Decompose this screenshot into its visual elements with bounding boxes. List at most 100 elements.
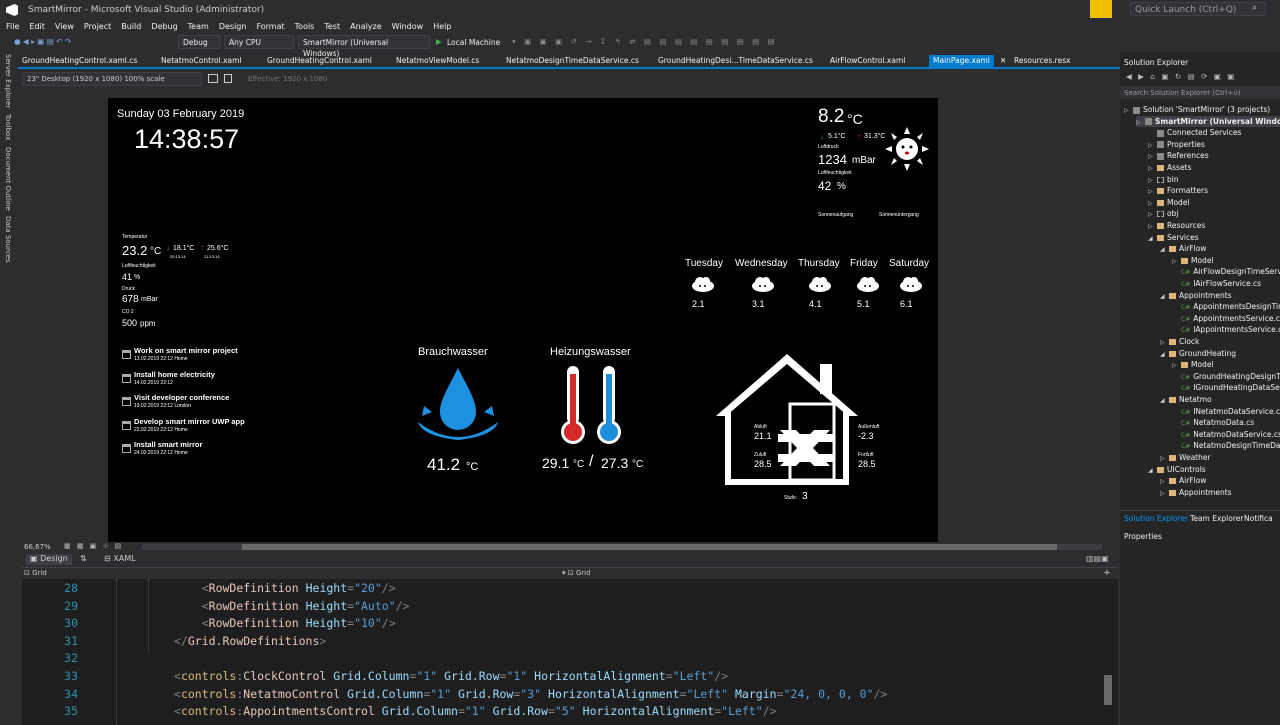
- toolbar-icons-left[interactable]: ● ◀ ▸ ▣ ▤ ↶ ↷: [14, 37, 71, 46]
- run-icon[interactable]: ▶: [436, 37, 442, 46]
- tab-groundheatingdesi-timedataservice-cs[interactable]: GroundHeatingDesi...TimeDataService.cs: [658, 55, 813, 67]
- tree-item[interactable]: C#GroundHeatingDesignTim: [1172, 371, 1280, 382]
- expanded-icon[interactable]: ◢: [1148, 465, 1157, 476]
- menu-help[interactable]: Help: [433, 22, 451, 31]
- collapsed-icon[interactable]: ▷: [1124, 105, 1133, 116]
- menu-test[interactable]: Test: [324, 22, 340, 31]
- tree-item[interactable]: ◢ AirFlow: [1160, 243, 1206, 254]
- menu-team[interactable]: Team: [188, 22, 209, 31]
- grid-path-right[interactable]: ▾ ⊡ Grid: [562, 569, 591, 577]
- tree-item[interactable]: ▷ AirFlow: [1160, 475, 1206, 486]
- tree-item[interactable]: ▷ Formatters: [1148, 185, 1208, 196]
- split-pin-icon[interactable]: ✛: [1104, 569, 1110, 577]
- collapsed-icon[interactable]: ▷: [1148, 221, 1157, 232]
- menu-design[interactable]: Design: [219, 22, 247, 31]
- tree-item[interactable]: ▷ Solution 'SmartMirror' (3 projects): [1124, 104, 1270, 115]
- tree-item[interactable]: C#NetatmoDesignTimeDataS: [1172, 440, 1280, 451]
- menu-format[interactable]: Format: [256, 22, 284, 31]
- collapsed-icon[interactable]: ▷: [1148, 209, 1157, 220]
- collapsed-icon[interactable]: ▷: [1148, 151, 1157, 162]
- strip-toolbox[interactable]: Toolbox: [4, 114, 12, 140]
- tree-item[interactable]: ◢ Netatmo: [1160, 394, 1212, 405]
- design-tab[interactable]: ▣ Design: [26, 554, 72, 565]
- menu-build[interactable]: Build: [121, 22, 141, 31]
- scrollbar-thumb[interactable]: [242, 544, 1057, 550]
- tree-item[interactable]: C#AirFlowDesignTimeService: [1172, 266, 1280, 277]
- tree-item[interactable]: C# IAirFlowService.cs: [1172, 278, 1261, 289]
- portrait-icon[interactable]: [208, 74, 218, 83]
- tree-item[interactable]: ▷ Appointments: [1160, 487, 1232, 498]
- toolbar-icons-right[interactable]: ▾ ▣ ▣ ▣ ↺ → ↧ ↰ ⇄ ▤ ▤ ▤ ▤ ▤ ▤ ▤ ▤ ▤: [512, 37, 778, 46]
- xaml-code-editor[interactable]: 28 <RowDefinition Height="20"/> 29 <RowDe…: [22, 579, 1118, 725]
- menu-file[interactable]: File: [6, 22, 19, 31]
- tab-airflowcontrol-xaml[interactable]: AirFlowControl.xaml: [830, 55, 905, 67]
- project-select[interactable]: SmartMirror (Universal Windows): [298, 35, 430, 58]
- close-tab-icon[interactable]: ✕: [1000, 55, 1006, 67]
- tab-notifications[interactable]: Notifica: [1244, 514, 1273, 523]
- grid-toggle-icons[interactable]: ▦ ▦ ▣ ⊹ ▤: [64, 542, 123, 550]
- tab-resources-resx[interactable]: Resources.resx: [1014, 55, 1071, 67]
- run-button[interactable]: Local Machine: [447, 38, 500, 47]
- tree-item[interactable]: C# NetatmoData.cs: [1172, 417, 1254, 428]
- tab-mainpage-xaml[interactable]: MainPage.xaml: [929, 55, 994, 67]
- expanded-icon[interactable]: ◢: [1160, 349, 1169, 360]
- expanded-icon[interactable]: ◢: [1148, 233, 1157, 244]
- tree-item[interactable]: C# INetatmoDataService.cs: [1172, 406, 1280, 417]
- tree-item[interactable]: C# NetatmoDataService.cs: [1172, 429, 1280, 440]
- tree-item[interactable]: ▷ Model: [1148, 197, 1190, 208]
- tree-item[interactable]: ▷ Resources: [1148, 220, 1205, 231]
- tree-item[interactable]: C#AppointmentsDesignTime: [1172, 301, 1280, 312]
- expanded-icon[interactable]: ◢: [1160, 395, 1169, 406]
- grid-path-left[interactable]: ⊡ Grid: [24, 569, 47, 577]
- menu-edit[interactable]: Edit: [29, 22, 45, 31]
- expanded-icon[interactable]: ◢: [1160, 291, 1169, 302]
- tree-item[interactable]: ◢ GroundHeating: [1160, 348, 1236, 359]
- collapsed-icon[interactable]: ▷: [1148, 175, 1157, 186]
- tree-item[interactable]: ▷ bin: [1148, 174, 1179, 185]
- tab-solution-explorer[interactable]: Solution Explorer: [1124, 514, 1188, 523]
- platform-select[interactable]: Any CPU: [224, 35, 294, 49]
- config-select[interactable]: Debug: [178, 35, 220, 49]
- expanded-icon[interactable]: ◢: [1160, 244, 1169, 255]
- tree-item[interactable]: ◢ Appointments: [1160, 290, 1232, 301]
- tree-item[interactable]: ▷ Weather: [1160, 452, 1211, 463]
- tree-item[interactable]: ▷ Model: [1172, 255, 1214, 266]
- strip-server-explorer[interactable]: Server Explorer: [4, 54, 12, 108]
- tree-item[interactable]: C# AppointmentsService.cs: [1172, 313, 1280, 324]
- se-toolbar-icons[interactable]: ◀ ▶ ⌂ ▣ ↻ ▤ ⟳ ▣ ▣: [1126, 72, 1236, 81]
- menu-project[interactable]: Project: [84, 22, 111, 31]
- tree-item[interactable]: Connected Services: [1148, 127, 1241, 138]
- collapsed-icon[interactable]: ▷: [1148, 198, 1157, 209]
- search-icon[interactable]: ⌕: [1252, 3, 1257, 13]
- collapsed-icon[interactable]: ▷: [1160, 337, 1169, 348]
- filter-icon[interactable]: [1090, 0, 1112, 18]
- swap-icon[interactable]: ⇅: [80, 554, 87, 563]
- menu-window[interactable]: Window: [392, 22, 424, 31]
- tree-item[interactable]: C#IGroundHeatingDataServic: [1172, 382, 1280, 393]
- tab-netatmocontrol-xaml[interactable]: NetatmoControl.xaml: [161, 55, 242, 67]
- collapsed-icon[interactable]: ▷: [1160, 453, 1169, 464]
- tab-netatmodesigntimedataservice-cs[interactable]: NetatmoDesignTimeDataService.cs: [506, 55, 639, 67]
- strip-document-outline[interactable]: Document Outline: [4, 147, 12, 211]
- menu-view[interactable]: View: [55, 22, 74, 31]
- tab-groundheatingcontrol-xaml[interactable]: GroundHeatingControl.xaml: [267, 55, 372, 67]
- collapsed-icon[interactable]: ▷: [1148, 140, 1157, 151]
- tree-item[interactable]: ◢ UIControls: [1148, 464, 1206, 475]
- strip-data-sources[interactable]: Data Sources: [4, 216, 12, 263]
- collapsed-icon[interactable]: ▷: [1148, 163, 1157, 174]
- landscape-icon[interactable]: [224, 74, 232, 83]
- tree-item[interactable]: ▷ Properties: [1148, 139, 1205, 150]
- collapsed-icon[interactable]: ▷: [1160, 488, 1169, 499]
- collapsed-icon[interactable]: ▷: [1136, 117, 1145, 128]
- tab-netatmoviewmodel-cs[interactable]: NetatmoViewModel.cs: [396, 55, 479, 67]
- device-select[interactable]: 23" Desktop (1920 x 1080) 100% scale: [22, 72, 202, 86]
- pane-layout-icons[interactable]: ▥▤▣: [1086, 554, 1109, 563]
- xaml-tab[interactable]: ⊟ XAML: [104, 554, 136, 563]
- code-scrollbar[interactable]: [1104, 675, 1112, 705]
- tree-item[interactable]: ▷ Model: [1172, 359, 1214, 370]
- tree-item[interactable]: ▷ References: [1148, 150, 1209, 161]
- collapsed-icon[interactable]: ▷: [1172, 256, 1181, 267]
- tree-item[interactable]: ▷ obj: [1148, 208, 1178, 219]
- tree-item[interactable]: ▷ Clock: [1160, 336, 1199, 347]
- tree-item[interactable]: ▷ SmartMirror (Universal Windows): [1136, 115, 1280, 128]
